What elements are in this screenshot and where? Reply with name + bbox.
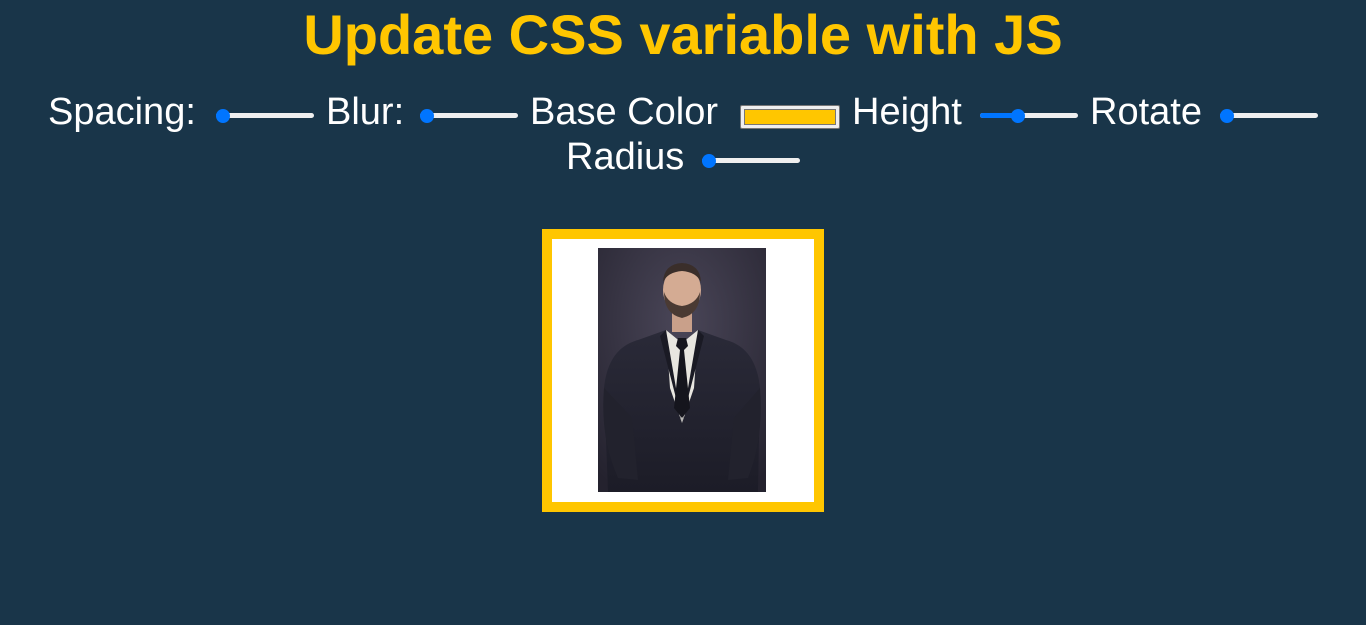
slider-thumb[interactable] <box>420 109 434 123</box>
slider-thumb[interactable] <box>702 154 716 168</box>
blur-slider[interactable] <box>418 106 518 126</box>
slider-thumb[interactable] <box>216 109 230 123</box>
radius-label: Radius <box>566 136 685 178</box>
base-color-label: Base Color <box>530 91 718 133</box>
slider-track <box>702 158 800 163</box>
spacing-label: Spacing: <box>48 91 196 133</box>
blur-label: Blur: <box>326 91 405 133</box>
slider-thumb[interactable] <box>1220 109 1234 123</box>
slider-track <box>1220 113 1318 118</box>
spacing-slider[interactable] <box>214 106 314 126</box>
rotate-slider[interactable] <box>1218 106 1318 126</box>
color-swatch <box>744 109 836 125</box>
image-frame <box>542 229 824 512</box>
base-color-picker[interactable] <box>740 105 840 129</box>
rotate-label: Rotate <box>1090 91 1202 133</box>
height-slider[interactable] <box>978 106 1078 126</box>
portrait-image <box>598 248 766 492</box>
radius-slider[interactable] <box>700 151 800 171</box>
slider-track <box>216 113 314 118</box>
height-label: Height <box>852 91 962 133</box>
slider-track <box>420 113 518 118</box>
slider-thumb[interactable] <box>1011 109 1026 123</box>
page-title: Update CSS variable with JS <box>303 3 1063 66</box>
